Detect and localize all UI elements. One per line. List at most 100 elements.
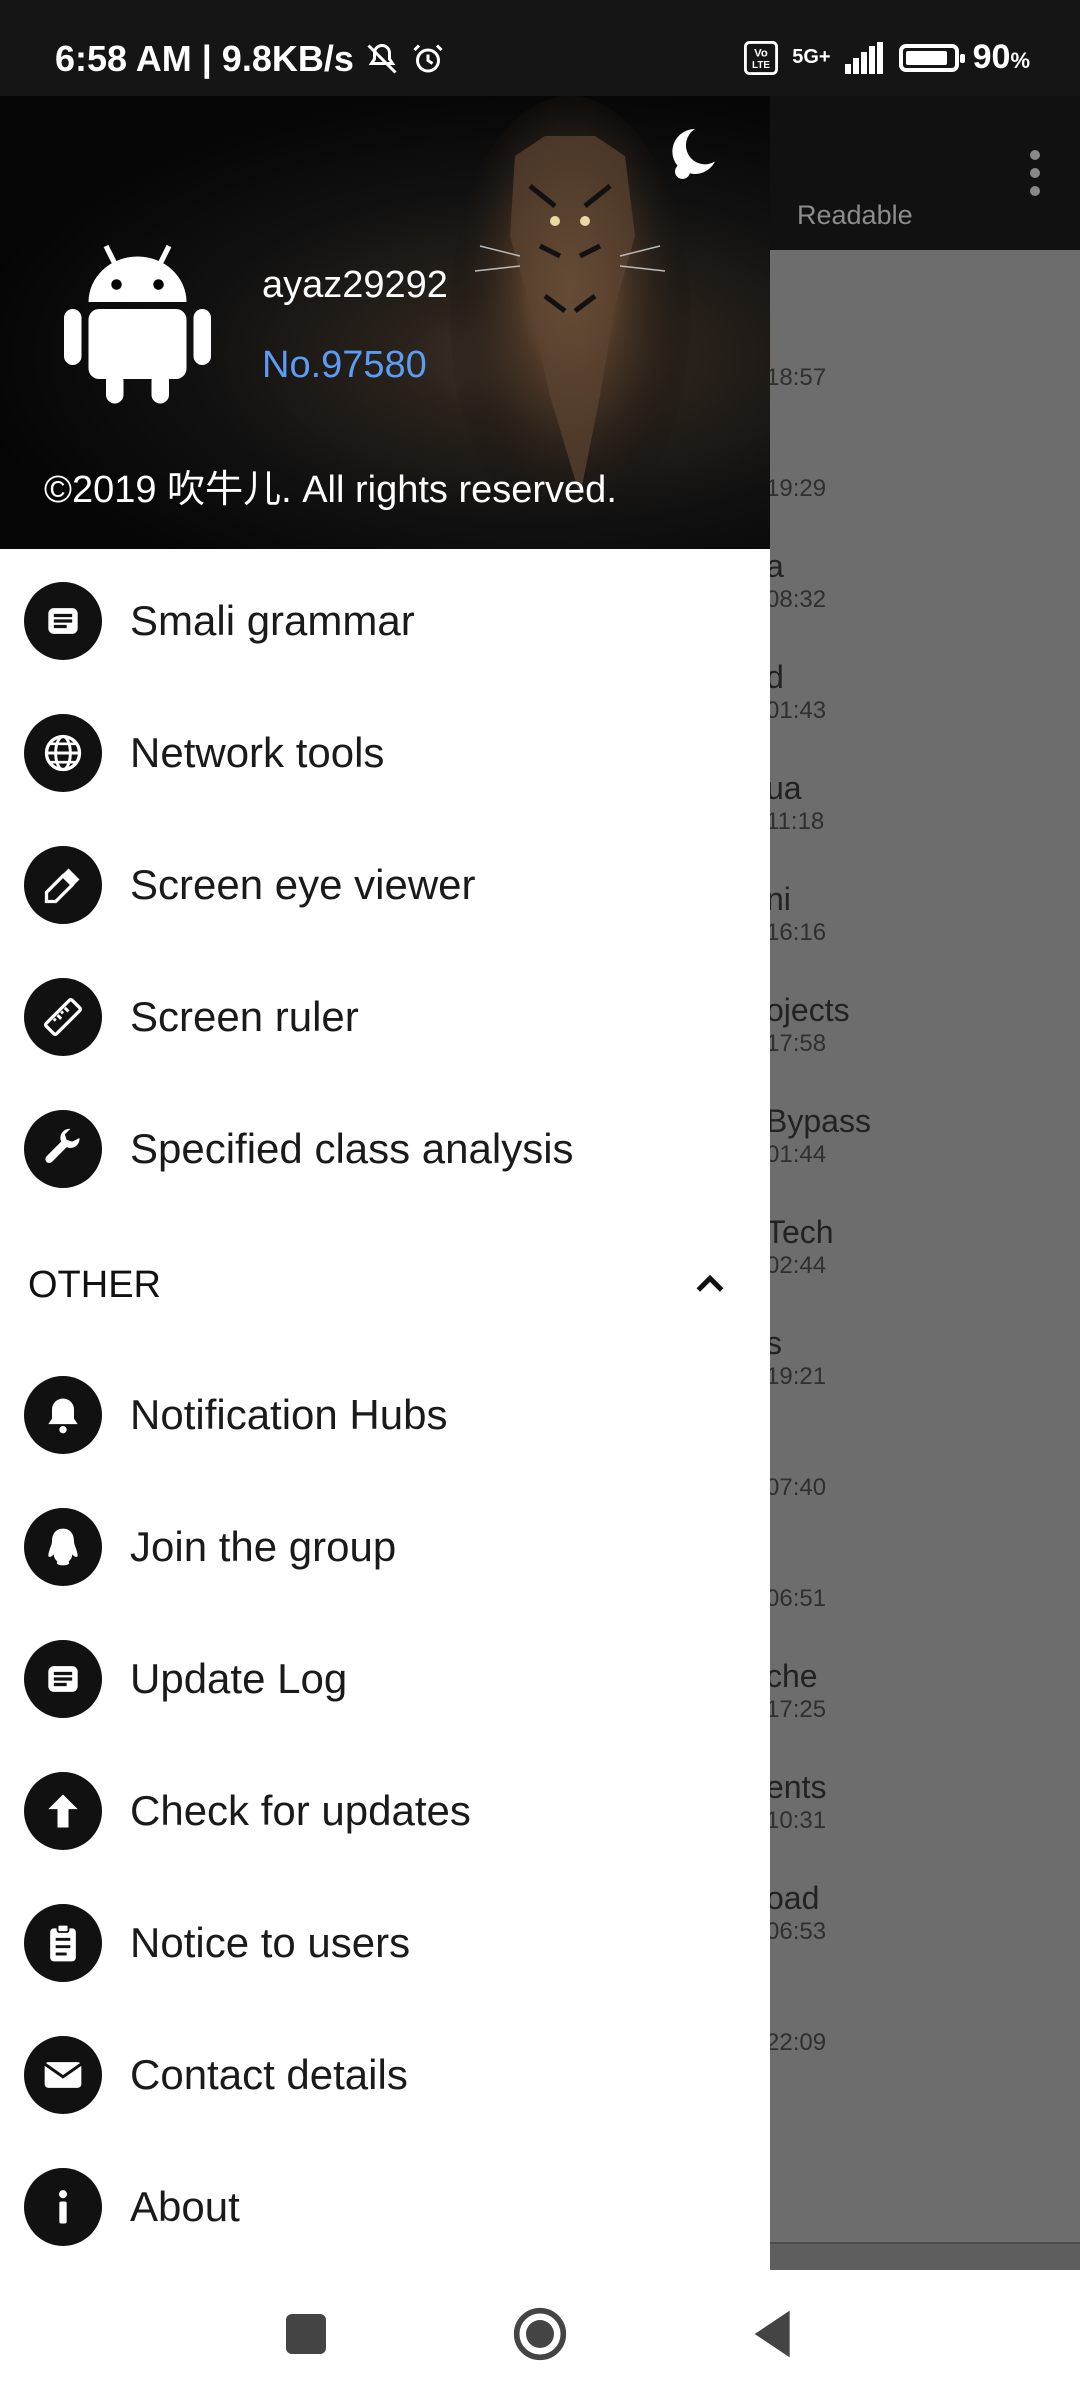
background-item-time: 19:21 xyxy=(766,1363,827,1390)
menu-item-label: Screen ruler xyxy=(130,993,359,1040)
status-left: 6:58 AM | 9.8KB/s xyxy=(55,38,446,80)
night-mode-icon[interactable] xyxy=(660,124,720,184)
menu-item-label: Contact details xyxy=(130,2051,408,2098)
background-item-title: a xyxy=(766,548,784,584)
alarm-icon xyxy=(413,44,443,73)
section-other-header[interactable]: OTHER xyxy=(0,1240,770,1330)
volte-icon: Vo LTE xyxy=(744,40,779,75)
android-avatar-icon[interactable] xyxy=(50,232,225,407)
background-item-time: 06:53 xyxy=(766,1918,827,1945)
background-item-time: 18:57 xyxy=(766,364,827,391)
smali-icon xyxy=(24,582,102,660)
menu-item-screen-eye-viewer[interactable]: Screen eye viewer xyxy=(0,819,770,951)
user-number: No.97580 xyxy=(262,344,427,386)
background-list-item: Bypass 01:44 xyxy=(766,1103,871,1169)
background-item-title xyxy=(766,1436,826,1474)
background-item-time: 06:51 xyxy=(766,1585,827,1612)
background-item-time: 08:32 xyxy=(766,586,827,613)
arrow-up-icon xyxy=(24,1772,102,1850)
menu-item-notification-hubs[interactable]: Notification Hubs xyxy=(0,1349,770,1481)
svg-text:Vo: Vo xyxy=(754,47,768,59)
menu-item-specified-class-analysis[interactable]: Specified class analysis xyxy=(0,1083,770,1215)
background-item-title: d xyxy=(766,659,784,695)
background-item-time: 01:44 xyxy=(766,1141,827,1168)
wrench-icon xyxy=(24,1110,102,1188)
battery-fill xyxy=(905,50,947,65)
background-list-item: 22:09 xyxy=(766,1991,826,2057)
menu-item-label: Network tools xyxy=(130,729,385,776)
background-item-title: Tech xyxy=(766,1214,834,1250)
background-item-title xyxy=(766,1991,826,2029)
background-item-title: ents xyxy=(766,1769,827,1805)
background-list-item: oad 06:53 xyxy=(766,1880,826,1946)
menu-item-screen-ruler[interactable]: Screen ruler xyxy=(0,951,770,1083)
eyedropper-icon xyxy=(24,846,102,924)
menu-item-label: Smali grammar xyxy=(130,597,415,644)
qq-penguin-icon xyxy=(24,1508,102,1586)
background-list-item: 07:40 xyxy=(766,1436,826,1502)
menu-item-label: About xyxy=(130,2183,240,2230)
recents-button[interactable] xyxy=(286,2314,326,2354)
background-item-title: ni xyxy=(766,881,791,917)
background-list-item: ni 16:16 xyxy=(766,881,826,947)
mute-bell-icon xyxy=(367,43,397,74)
menu-item-contact-details[interactable]: Contact details xyxy=(0,2009,770,2141)
back-button[interactable] xyxy=(750,2306,792,2362)
section-other-label: OTHER xyxy=(28,1263,161,1306)
background-item-title: oad xyxy=(766,1880,820,1916)
background-item-time: 10:31 xyxy=(766,1807,827,1834)
drawer-header: ayaz29292 No.97580 ©2019 吹牛儿. All rights… xyxy=(0,96,770,549)
background-list-item: 18:57 xyxy=(766,326,826,392)
menu-item-about[interactable]: About xyxy=(0,2141,770,2273)
menu-item-label: Update Log xyxy=(130,1655,348,1702)
background-item-time: 17:25 xyxy=(766,1696,827,1723)
bell-icon xyxy=(24,1376,102,1454)
username: ayaz29292 xyxy=(262,264,448,306)
menu-item-label: Screen eye viewer xyxy=(130,861,476,908)
menu-item-label: Check for updates xyxy=(130,1787,471,1834)
network-type: 5G+ xyxy=(792,46,831,68)
mail-icon xyxy=(24,2036,102,2114)
background-item-title: che xyxy=(766,1658,818,1694)
copyright-text: ©2019 吹牛儿. All rights reserved. xyxy=(44,469,617,511)
background-list-item: ents 10:31 xyxy=(766,1769,826,1835)
background-list-item: ojects 17:58 xyxy=(766,992,850,1058)
status-time: 6:58 AM xyxy=(55,38,192,79)
menu-item-join-the-group[interactable]: Join the group xyxy=(0,1481,770,1613)
background-item-title: ua xyxy=(766,770,802,806)
background-item-time: 02:44 xyxy=(766,1252,827,1279)
menu-item-label: Join the group xyxy=(130,1523,397,1570)
background-item-title: s xyxy=(766,1325,782,1361)
tab-readable[interactable]: Readable xyxy=(797,200,913,231)
log-icon xyxy=(24,1640,102,1718)
menu-item-label: Specified class analysis xyxy=(130,1125,574,1172)
menu-item-network-tools[interactable]: Network tools xyxy=(0,687,770,819)
more-options-icon[interactable] xyxy=(1030,150,1040,196)
menu-item-update-log[interactable]: Update Log xyxy=(0,1613,770,1745)
background-item-time: 22:09 xyxy=(766,2029,827,2056)
background-item-time: 01:43 xyxy=(766,697,827,724)
globe-icon xyxy=(24,714,102,792)
chevron-up-icon[interactable] xyxy=(690,1265,730,1305)
system-nav-bar xyxy=(0,2270,1080,2400)
background-list-item: ua 11:18 xyxy=(766,770,824,836)
menu-item-label: Notification Hubs xyxy=(130,1391,448,1438)
menu-item-notice-to-users[interactable]: Notice to users xyxy=(0,1877,770,2009)
status-speed: 9.8KB/s xyxy=(221,38,354,79)
signal-icon xyxy=(844,41,883,74)
background-list-item: che 17:25 xyxy=(766,1658,826,1724)
status-bar: 6:58 AM | 9.8KB/s Vo LTE 5G+ 90% xyxy=(0,0,1080,96)
background-item-title xyxy=(766,326,826,364)
ruler-icon xyxy=(24,978,102,1056)
menu-item-check-for-updates[interactable]: Check for updates xyxy=(0,1745,770,1877)
background-list-item: d 01:43 xyxy=(766,659,826,725)
status-right: Vo LTE 5G+ 90% xyxy=(744,38,1030,77)
background-list-item: a 08:32 xyxy=(766,548,826,614)
background-item-title: ojects xyxy=(766,992,850,1028)
background-list-item: 19:29 xyxy=(766,437,826,503)
menu-item-smali-grammar[interactable]: Smali grammar xyxy=(0,555,770,687)
info-icon xyxy=(24,2168,102,2246)
background-item-time: 17:58 xyxy=(766,1030,827,1057)
background-list-item: s 19:21 xyxy=(766,1325,826,1391)
home-button[interactable] xyxy=(512,2306,568,2362)
